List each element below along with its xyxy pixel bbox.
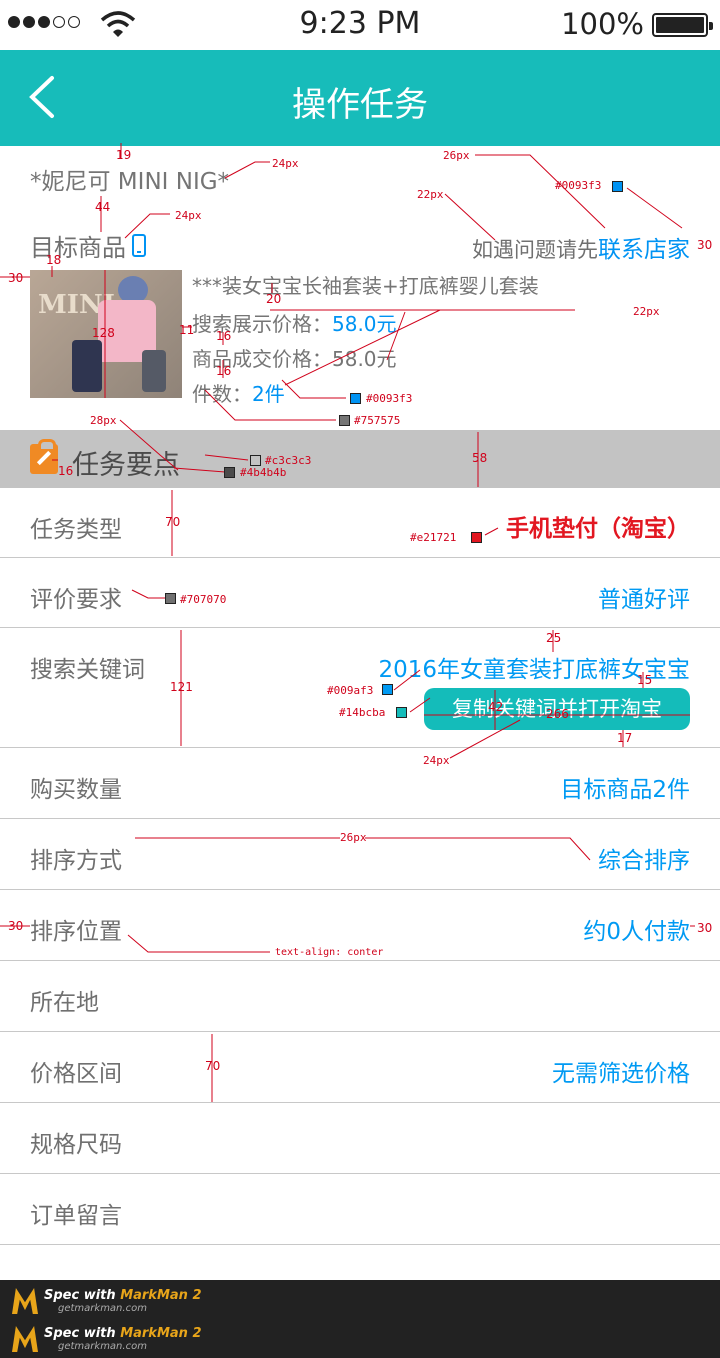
spec-label: 24px bbox=[175, 209, 202, 222]
spec-label: 26px bbox=[443, 149, 470, 162]
spec-label: 16 bbox=[216, 329, 232, 343]
spec-label: 20 bbox=[266, 292, 282, 306]
spec-label: 15 bbox=[637, 673, 653, 687]
spec-label: #e21721 bbox=[410, 531, 457, 544]
color-swatch bbox=[612, 181, 623, 192]
spec-label: #0093f3 bbox=[555, 179, 602, 192]
spec-label: 11 bbox=[179, 323, 195, 337]
spec-label: 266 bbox=[546, 707, 569, 721]
spec-label: 18 bbox=[46, 253, 62, 267]
spec-label: 24px bbox=[423, 754, 450, 767]
color-swatch bbox=[250, 455, 261, 466]
spec-label: 30 bbox=[697, 921, 713, 935]
spec-label: 17 bbox=[617, 731, 633, 745]
spec-label: 30 bbox=[8, 271, 24, 285]
spec-label: 128 bbox=[92, 326, 115, 340]
color-swatch bbox=[471, 532, 482, 543]
spec-label: #757575 bbox=[354, 414, 401, 427]
spec-label: #14bcba bbox=[339, 706, 386, 719]
spec-label: 70 bbox=[165, 515, 181, 529]
spec-label: 121 bbox=[170, 680, 193, 694]
spec-label: 16 bbox=[58, 464, 74, 478]
spec-label: 16 bbox=[216, 364, 232, 378]
color-swatch bbox=[396, 707, 407, 718]
color-swatch bbox=[350, 393, 361, 404]
spec-label: 26px bbox=[340, 831, 367, 844]
spec-label: 25 bbox=[546, 631, 562, 645]
spec-label: text-align: conter bbox=[275, 947, 384, 958]
spec-label: 30 bbox=[8, 919, 24, 933]
spec-label: #009af3 bbox=[327, 684, 374, 697]
color-swatch bbox=[339, 415, 350, 426]
spec-label: 70 bbox=[205, 1059, 221, 1073]
spec-label: #0093f3 bbox=[366, 392, 413, 405]
spec-label: 30 bbox=[697, 238, 713, 252]
color-swatch bbox=[224, 467, 235, 478]
spec-label: 42 bbox=[488, 700, 504, 714]
spec-label: 58 bbox=[472, 451, 488, 465]
task-page: 9:23 PM 100% 操作任务 *妮尼可 MINI NIG* 目标商品 如遇… bbox=[0, 0, 720, 1358]
spec-label: 44 bbox=[95, 200, 111, 214]
spec-label: 24px bbox=[272, 157, 299, 170]
spec-label: 28px bbox=[90, 414, 117, 427]
spec-label: 19 bbox=[116, 148, 132, 162]
color-swatch bbox=[382, 684, 393, 695]
spec-label: #707070 bbox=[180, 593, 227, 606]
spec-label: 22px bbox=[633, 305, 660, 318]
spec-label: #4b4b4b bbox=[240, 466, 287, 479]
color-swatch bbox=[165, 593, 176, 604]
spec-label: 22px bbox=[417, 188, 444, 201]
